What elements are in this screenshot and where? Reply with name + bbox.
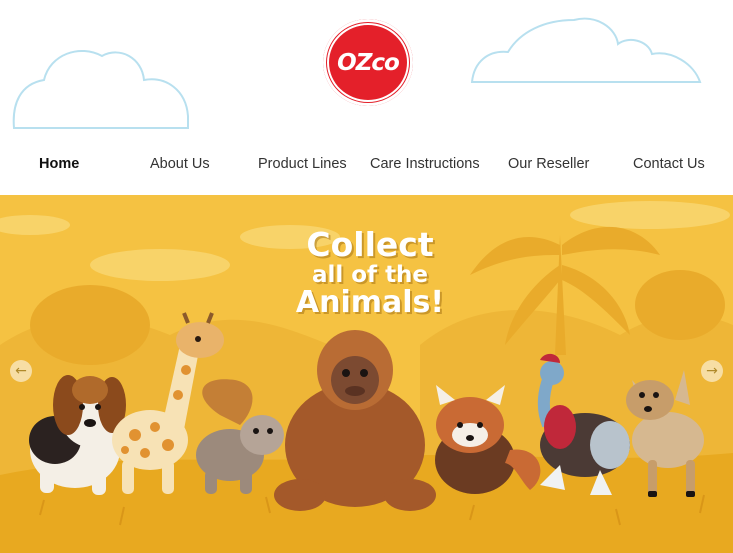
hero-headline: Collect all of the Animals!: [250, 225, 490, 320]
cloud-right-icon: [470, 17, 702, 83]
nav-about-us[interactable]: About Us: [150, 147, 210, 181]
hero-banner: Collect all of the Animals! ← →: [0, 195, 733, 553]
arrow-left-icon[interactable]: ←: [10, 360, 32, 382]
nav-contact-us[interactable]: Contact Us: [633, 147, 705, 181]
nav-care-instructions[interactable]: Care Instructions: [370, 147, 480, 181]
main-nav: Home About Us Product Lines Care Instruc…: [0, 147, 733, 181]
site-header: OZco Home About Us Product Lines Care In…: [0, 0, 733, 195]
headline-line-1: Collect: [306, 225, 434, 264]
cloud-left-icon: [12, 49, 189, 129]
logo-text: OZco: [337, 49, 400, 76]
brand-logo[interactable]: OZco: [323, 19, 413, 106]
prev-slide-glyph: ←: [15, 363, 27, 379]
nav-product-lines[interactable]: Product Lines: [258, 147, 347, 181]
nav-home[interactable]: Home: [39, 147, 79, 181]
arrow-right-icon[interactable]: →: [701, 360, 723, 382]
headline-line-3: Animals!: [295, 284, 445, 320]
nav-our-reseller[interactable]: Our Reseller: [508, 147, 589, 181]
next-slide-glyph: →: [706, 363, 718, 379]
headline-line-2: all of the: [311, 261, 429, 288]
